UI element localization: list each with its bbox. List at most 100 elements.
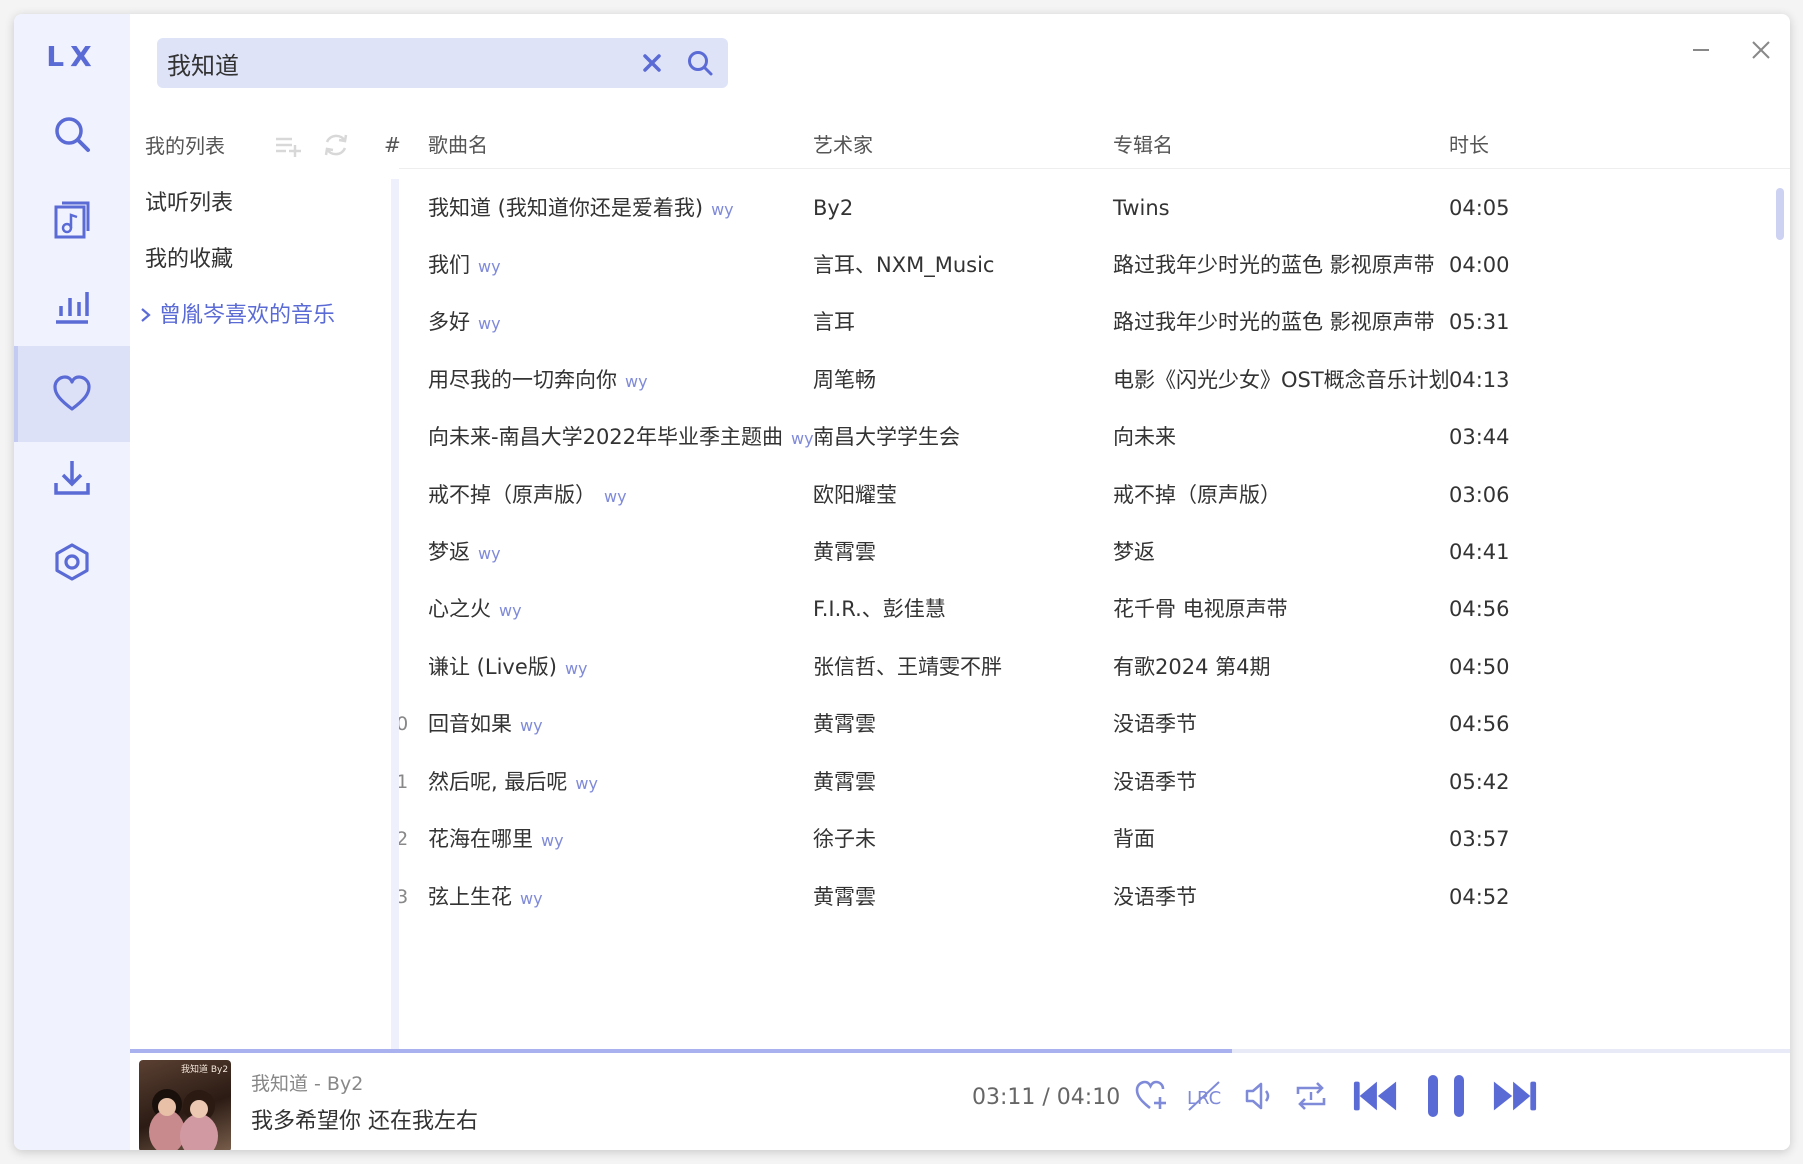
song-name: 我知道 (我知道你还是爱着我) wy: [428, 192, 734, 246]
song-duration: 04:41: [1449, 540, 1510, 564]
source-tag: wy: [478, 257, 501, 276]
song-album: 没语季节: [1113, 885, 1197, 909]
song-album: 向未来: [1113, 425, 1176, 449]
music-file-icon: [54, 201, 90, 239]
song-duration: 04:56: [1449, 712, 1510, 736]
skip-next-icon: [1493, 1081, 1537, 1111]
row-index: 10: [399, 713, 409, 735]
song-artist: 张信哲、王靖雯不胖: [813, 655, 1002, 679]
source-tag: wy: [711, 200, 734, 219]
bar-chart-icon: [56, 292, 89, 324]
volume-button[interactable]: [1235, 1073, 1281, 1119]
source-tag: wy: [625, 372, 648, 391]
player-bar: 我知道 By2 我知道 - By2 我多希望你 还在我左右 03:11 / 04…: [130, 1053, 1790, 1150]
song-title: 梦返: [428, 540, 470, 564]
song-artist: 言耳: [813, 310, 855, 334]
table-row[interactable]: 13 弦上生花 wy 黄霄雲 没语季节 04:52: [399, 871, 1779, 935]
table-row[interactable]: 2我们wy言耳、NXM_Music路过我年少时光的蓝色 影视原声带04:00: [399, 239, 1779, 303]
song-duration: 04:13: [1449, 368, 1510, 392]
col-album-header: 专辑名: [1113, 133, 1173, 157]
next-track-button[interactable]: [1492, 1073, 1538, 1119]
song-name: 梦返 wy: [428, 526, 501, 590]
row-index: 12: [399, 828, 409, 850]
song-title: 用尽我的一切奔向你: [428, 368, 617, 392]
song-album: 路过我年少时光的蓝色 影视原声带: [1113, 310, 1435, 334]
source-tag: wy: [499, 601, 522, 620]
cover-text: 我知道 By2: [181, 1063, 228, 1075]
nav-search[interactable]: [14, 86, 130, 182]
my-lists-title: 我的列表: [145, 133, 225, 158]
previous-track-button[interactable]: [1352, 1073, 1398, 1119]
table-row[interactable]: 8心之火wyF.I.R.、彭佳慧花千骨 电视原声带04:56: [399, 583, 1779, 647]
table-row[interactable]: 9谦让 (Live版)wy张信哲、王靖雯不胖有歌2024 第4期04:50: [399, 641, 1779, 705]
playlist-item-trial[interactable]: 试听列表: [145, 179, 233, 229]
nav-leaderboard[interactable]: [14, 258, 130, 354]
search-icon: [688, 51, 713, 76]
clear-search-button[interactable]: [632, 38, 672, 88]
settings-hexagon-icon: [55, 543, 89, 581]
close-window-button[interactable]: [1741, 30, 1781, 70]
song-name: 然后呢, 最后呢 wy: [428, 756, 598, 820]
table-row[interactable]: 5向未来-南昌大学2022年毕业季主题曲wy南昌大学学生会向未来03:44: [399, 411, 1779, 475]
playlist-item-active[interactable]: 曾胤岑喜欢的音乐: [141, 291, 336, 341]
song-duration: 04:56: [1449, 597, 1510, 621]
source-tag: wy: [604, 487, 627, 506]
nav-settings[interactable]: [14, 514, 130, 610]
table-row[interactable]: 3多好wy言耳路过我年少时光的蓝色 影视原声带05:31: [399, 296, 1779, 360]
favorite-button[interactable]: [1129, 1073, 1175, 1119]
now-playing-title[interactable]: 我知道 - By2: [251, 1069, 363, 1096]
table-row[interactable]: 10 回音如果 wy 黄霄雲 没语季节 04:56: [399, 698, 1779, 762]
play-pause-button[interactable]: [1423, 1073, 1469, 1119]
playlist-item-favorites[interactable]: 我的收藏: [145, 235, 233, 285]
song-artist: 南昌大学学生会: [813, 425, 960, 449]
search-input[interactable]: [157, 37, 632, 89]
add-playlist-icon[interactable]: [273, 130, 303, 160]
song-artist: 欧阳耀莹: [813, 483, 897, 507]
current-lyric: 我多希望你 还在我左右: [251, 1109, 478, 1134]
nav-my-lists[interactable]: [14, 346, 130, 442]
table-row[interactable]: 11 然后呢, 最后呢 wy 黄霄雲 没语季节 05:42: [399, 756, 1779, 820]
album-cover[interactable]: 我知道 By2: [139, 1060, 231, 1150]
heart-icon: [53, 375, 91, 411]
row-index: 11: [399, 771, 409, 793]
song-title: 多好: [428, 310, 470, 334]
sync-icon[interactable]: [321, 130, 351, 160]
table-row[interactable]: 12 花海在哪里 wy 徐子未 背面 03:57: [399, 813, 1779, 877]
scrollbar-thumb[interactable]: [1776, 188, 1784, 240]
table-row[interactable]: 7梦返wy黄霄雲梦返04:41: [399, 526, 1779, 590]
nav-download[interactable]: [14, 430, 130, 526]
song-name: 我们 wy: [428, 239, 501, 303]
search-icon: [55, 117, 90, 152]
nav-rail: LX: [14, 14, 130, 1150]
repeat-icon: [1296, 1082, 1326, 1110]
nav-songlist[interactable]: [14, 172, 130, 268]
song-album: 花千骨 电视原声带: [1113, 597, 1288, 621]
song-title: 戒不掉（原声版）: [428, 483, 596, 507]
song-artist: 黄霄雲: [813, 770, 876, 794]
song-duration: 04:05: [1449, 196, 1510, 220]
song-title: 我知道 (我知道你还是爱着我): [428, 196, 704, 220]
song-name: 心之火 wy: [428, 583, 522, 647]
app-window: LX 我的列表: [14, 14, 1790, 1150]
repeat-mode-button[interactable]: [1288, 1073, 1334, 1119]
song-album: 有歌2024 第4期: [1113, 655, 1271, 679]
song-title: 然后呢, 最后呢: [428, 770, 568, 794]
table-row[interactable]: 1我知道 (我知道你还是爱着我)wyBy2Twins04:05: [399, 192, 1779, 246]
search-bar: [157, 37, 728, 89]
playlist-item-label: 曾胤岑喜欢的音乐: [159, 303, 336, 328]
table-row[interactable]: 6戒不掉（原声版）wy欧阳耀莹戒不掉（原声版）03:06: [399, 469, 1779, 533]
playlist-scrollbar[interactable]: [391, 179, 399, 1049]
playlist-panel: 试听列表 我的收藏 曾胤岑喜欢的音乐: [130, 179, 398, 1049]
song-table-scrollbar[interactable]: [1776, 188, 1784, 1048]
table-row[interactable]: 4用尽我的一切奔向你wy周笔畅电影《闪光少女》OST概念音乐计划04:13: [399, 354, 1779, 418]
search-submit-button[interactable]: [680, 38, 720, 88]
source-tag: wy: [520, 716, 543, 735]
minimize-button[interactable]: [1681, 30, 1721, 70]
song-name: 多好 wy: [428, 296, 501, 360]
song-album: 没语季节: [1113, 770, 1197, 794]
col-duration-header: 时长: [1449, 133, 1489, 157]
lyrics-toggle-button[interactable]: LRC: [1182, 1073, 1228, 1119]
song-name: 谦让 (Live版) wy: [428, 641, 588, 705]
source-tag: wy: [478, 314, 501, 333]
col-artist-header: 艺术家: [813, 133, 873, 157]
